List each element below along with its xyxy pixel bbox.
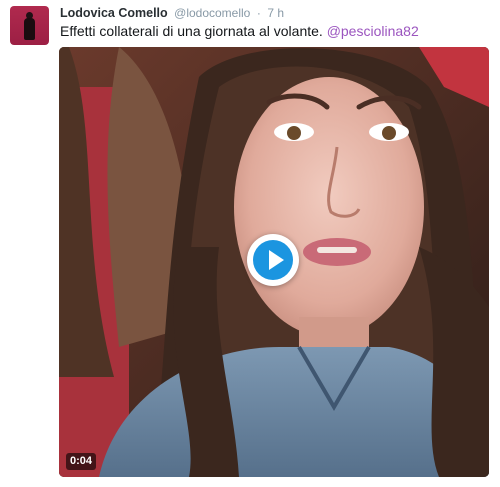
tweet-header: Lodovica Comello @lodocomello · 7 h xyxy=(60,5,284,21)
author-name[interactable]: Lodovica Comello xyxy=(60,6,168,20)
mention-link[interactable]: @pesciolina82 xyxy=(327,23,419,39)
author-handle[interactable]: @lodocomello xyxy=(174,6,250,20)
tweet-timestamp[interactable]: 7 h xyxy=(267,6,284,20)
tweet-text: Effetti collaterali di una giornata al v… xyxy=(60,22,419,40)
tweet: Lodovica Comello @lodocomello · 7 h Effe… xyxy=(0,0,500,487)
avatar-figure-body xyxy=(24,18,35,40)
video-duration: 0:04 xyxy=(66,453,97,470)
avatar[interactable] xyxy=(10,6,49,45)
video-player[interactable]: 0:04 xyxy=(59,47,489,477)
tweet-text-body: Effetti collaterali di una giornata al v… xyxy=(60,23,323,39)
play-button[interactable] xyxy=(247,234,299,286)
header-separator: · xyxy=(256,6,261,20)
play-icon xyxy=(269,250,284,270)
